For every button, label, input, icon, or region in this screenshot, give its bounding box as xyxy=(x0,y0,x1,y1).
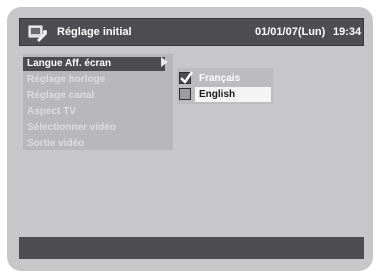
option-label: English xyxy=(195,87,271,102)
header-bar: Réglage initial 01/01/07(Lun) 19:34 xyxy=(19,18,364,46)
option-francais[interactable]: Français xyxy=(179,71,271,86)
osd-screen: Réglage initial 01/01/07(Lun) 19:34 Lang… xyxy=(7,7,373,271)
menu-item-sortie-video[interactable]: Sortie vidéo xyxy=(27,137,84,150)
page-title: Réglage initial xyxy=(57,26,132,38)
menu-item-aspect-tv[interactable]: Aspect TV xyxy=(27,105,76,118)
date-display: 01/01/07(Lun) xyxy=(255,26,326,38)
option-english[interactable]: English xyxy=(179,87,271,102)
settings-menu: Langue Aff. écran Réglage horloge Réglag… xyxy=(23,54,173,150)
language-submenu: Français English xyxy=(177,68,273,104)
chevron-right-icon xyxy=(161,57,168,67)
menu-item-selectionner-video[interactable]: Sélectionner vidéo xyxy=(27,121,116,134)
footer-bar xyxy=(19,237,364,259)
checkbox-unchecked-icon[interactable] xyxy=(179,88,191,100)
menu-item-langue-aff-ecran[interactable]: Langue Aff. écran xyxy=(23,57,165,71)
menu-item-reglage-canal[interactable]: Réglage canal xyxy=(27,89,94,102)
settings-tool-icon xyxy=(28,23,48,43)
time-display: 19:34 xyxy=(333,26,362,38)
menu-item-reglage-horloge[interactable]: Réglage horloge xyxy=(27,73,105,86)
checkbox-checked-icon[interactable] xyxy=(179,71,193,84)
option-label: Français xyxy=(199,73,241,84)
